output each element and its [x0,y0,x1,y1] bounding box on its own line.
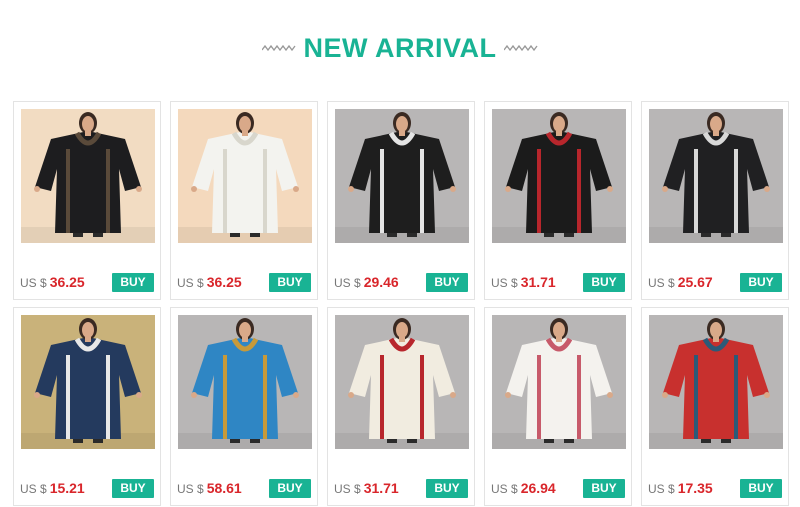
product-grid: US $ 36.25 BUY US $ 36.25 BUY US $ 29.46… [13,101,795,506]
product-price: US $ 31.71 [334,480,399,496]
currency-label: US $ [20,482,47,496]
price-row: US $ 25.67 BUY [648,272,782,292]
product-price: US $ 15.21 [20,480,85,496]
product-image[interactable] [335,315,469,449]
buy-button[interactable]: BUY [740,272,782,292]
product-image[interactable] [335,109,469,243]
price-row: US $ 29.46 BUY [334,272,468,292]
product-image[interactable] [21,109,155,243]
product-image[interactable] [649,109,783,243]
currency-label: US $ [648,482,675,496]
buy-button[interactable]: BUY [583,478,625,498]
product-price: US $ 31.71 [491,274,556,290]
buy-button[interactable]: BUY [583,272,625,292]
cream-red-embroidered-kaftan-photo [335,315,469,449]
price-row: US $ 17.35 BUY [648,478,782,498]
price-amount: 29.46 [363,274,399,290]
currency-label: US $ [334,276,361,290]
product-image[interactable] [21,315,155,449]
buy-button[interactable]: BUY [112,272,154,292]
price-row: US $ 26.94 BUY [491,478,625,498]
product-card[interactable]: US $ 58.61 BUY [170,307,318,506]
currency-label: US $ [177,276,204,290]
white-kaftan-straw-hat-photo [178,109,312,243]
product-price: US $ 29.46 [334,274,399,290]
price-row: US $ 36.25 BUY [177,272,311,292]
product-image[interactable] [492,109,626,243]
section-header: NEW ARRIVAL [0,28,800,68]
buy-button[interactable]: BUY [426,272,468,292]
price-amount: 17.35 [677,480,713,496]
product-card[interactable]: US $ 29.46 BUY [327,101,475,300]
black-embroidered-kaftan-straw-hat-photo [335,109,469,243]
product-image[interactable] [178,109,312,243]
zigzag-decoration-icon [504,44,539,52]
currency-label: US $ [334,482,361,496]
currency-label: US $ [491,276,518,290]
product-image[interactable] [178,315,312,449]
price-amount: 36.25 [206,274,242,290]
blue-print-kaftan-field-photo [21,315,155,449]
price-amount: 15.21 [49,480,85,496]
buy-button[interactable]: BUY [426,478,468,498]
buy-button[interactable]: BUY [112,478,154,498]
product-price: US $ 36.25 [177,274,242,290]
product-price: US $ 17.35 [648,480,713,496]
price-row: US $ 31.71 BUY [334,478,468,498]
blue-embroidered-kaftan-photo [178,315,312,449]
price-row: US $ 58.61 BUY [177,478,311,498]
red-print-kaftan-photo [649,315,783,449]
black-lace-kaftan-photo [21,109,155,243]
product-price: US $ 36.25 [20,274,85,290]
currency-label: US $ [491,482,518,496]
price-row: US $ 15.21 BUY [20,478,154,498]
black-red-embroidered-kaftan-photo [492,109,626,243]
currency-label: US $ [177,482,204,496]
product-price: US $ 58.61 [177,480,242,496]
product-card[interactable]: US $ 26.94 BUY [484,307,632,506]
product-price: US $ 25.67 [648,274,713,290]
price-amount: 31.71 [520,274,556,290]
product-card[interactable]: US $ 36.25 BUY [13,101,161,300]
buy-button[interactable]: BUY [269,478,311,498]
price-row: US $ 31.71 BUY [491,272,625,292]
price-amount: 58.61 [206,480,242,496]
product-card[interactable]: US $ 31.71 BUY [327,307,475,506]
white-floral-kaftan-photo [492,315,626,449]
product-card[interactable]: US $ 25.67 BUY [641,101,789,300]
product-card[interactable]: US $ 31.71 BUY [484,101,632,300]
price-amount: 31.71 [363,480,399,496]
product-card[interactable]: US $ 15.21 BUY [13,307,161,506]
price-amount: 36.25 [49,274,85,290]
zigzag-decoration-icon [261,44,296,52]
product-image[interactable] [492,315,626,449]
currency-label: US $ [648,276,675,290]
price-amount: 26.94 [520,480,556,496]
product-image[interactable] [649,315,783,449]
currency-label: US $ [20,276,47,290]
black-floral-kaftan-photo [649,109,783,243]
product-card[interactable]: US $ 17.35 BUY [641,307,789,506]
section-title: NEW ARRIVAL [303,32,497,63]
price-amount: 25.67 [677,274,713,290]
buy-button[interactable]: BUY [269,272,311,292]
price-row: US $ 36.25 BUY [20,272,154,292]
product-price: US $ 26.94 [491,480,556,496]
buy-button[interactable]: BUY [740,478,782,498]
product-card[interactable]: US $ 36.25 BUY [170,101,318,300]
